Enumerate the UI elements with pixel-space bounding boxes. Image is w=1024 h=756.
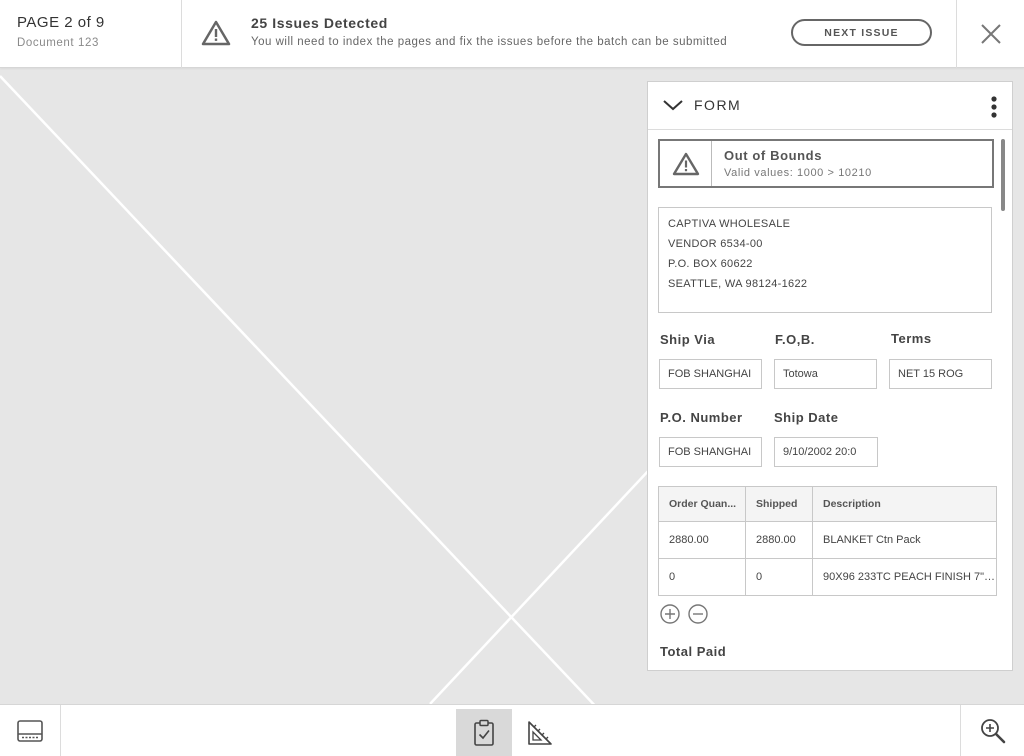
- bottom-toolbar: [0, 704, 1024, 756]
- close-icon: [980, 24, 1001, 44]
- error-description: Valid values: 1000 > 10210: [724, 167, 872, 179]
- table-header-row: Order Quan... Shipped Description: [658, 486, 997, 522]
- zoom-in-icon: [980, 719, 1005, 744]
- page-info: PAGE 2 of 9 Document 123: [0, 0, 182, 68]
- address-line: P.O. BOX 60622: [668, 258, 753, 270]
- ship-date-input[interactable]: 9/10/2002 20:0: [774, 437, 878, 467]
- table-cell[interactable]: 0: [745, 558, 813, 596]
- chevron-down-icon[interactable]: [662, 97, 684, 113]
- column-header-order-quantity[interactable]: Order Quan...: [658, 486, 746, 522]
- ship-via-input[interactable]: FOB SHANGHAI: [659, 359, 762, 389]
- issues-description: You will need to index the pages and fix…: [251, 36, 728, 48]
- error-icon-cell: [660, 141, 712, 186]
- total-paid-label: Total Paid: [660, 644, 727, 659]
- tab-form-fields[interactable]: [456, 709, 512, 756]
- form-scrollbar[interactable]: [1001, 139, 1005, 211]
- table-cell[interactable]: 2880.00: [745, 521, 813, 559]
- ship-via-label: Ship Via: [660, 332, 716, 347]
- address-line: CAPTIVA WHOLESALE: [668, 218, 791, 230]
- po-number-label: P.O. Number: [660, 410, 743, 425]
- thumbnails-button[interactable]: [0, 705, 61, 756]
- error-title: Out of Bounds: [724, 148, 823, 163]
- page-indicator: PAGE 2 of 9: [17, 14, 105, 31]
- zoom-button[interactable]: [960, 705, 1024, 756]
- terms-input[interactable]: NET 15 ROG: [889, 359, 992, 389]
- column-header-description[interactable]: Description: [812, 486, 997, 522]
- kebab-menu-icon[interactable]: [986, 95, 1002, 119]
- table-row[interactable]: 0 0 90X96 233TC PEACH FINISH 7" ...: [658, 558, 997, 596]
- address-line: SEATTLE, WA 98124-1622: [668, 278, 808, 290]
- tab-measure[interactable]: [512, 709, 568, 756]
- table-cell[interactable]: BLANKET Ctn Pack: [812, 521, 997, 559]
- terms-label: Terms: [891, 331, 932, 346]
- close-button[interactable]: [956, 0, 1024, 68]
- ruler-triangle-icon: [528, 721, 552, 745]
- fob-label: F.O,B.: [775, 332, 815, 347]
- table-cell[interactable]: 90X96 233TC PEACH FINISH 7" ...: [812, 558, 997, 596]
- form-header[interactable]: FORM: [648, 82, 1012, 130]
- thumbnail-strip-icon: [17, 720, 43, 742]
- document-name: Document 123: [17, 37, 99, 49]
- table-cell[interactable]: 0: [658, 558, 746, 596]
- issues-summary: 25 Issues Detected You will need to inde…: [251, 15, 727, 48]
- form-panel: FORM Out of Bounds Valid values: 1000 > …: [647, 81, 1013, 671]
- top-bar: PAGE 2 of 9 Document 123 25 Issues Detec…: [0, 0, 1024, 68]
- table-row[interactable]: 2880.00 2880.00 BLANKET Ctn Pack: [658, 521, 997, 559]
- address-field[interactable]: CAPTIVA WHOLESALE VENDOR 6534-00 P.O. BO…: [658, 207, 992, 313]
- minus-circle-icon[interactable]: [688, 604, 708, 624]
- validation-error-box: Out of Bounds Valid values: 1000 > 10210: [658, 139, 994, 188]
- warning-icon: [200, 19, 232, 47]
- address-line: VENDOR 6534-00: [668, 238, 763, 250]
- issues-title: 25 Issues Detected: [251, 15, 388, 31]
- ship-date-label: Ship Date: [774, 410, 839, 425]
- form-title: FORM: [694, 97, 742, 113]
- table-cell[interactable]: 2880.00: [658, 521, 746, 559]
- clipboard-check-icon: [474, 719, 494, 746]
- line-items-table: Order Quan... Shipped Description 2880.0…: [658, 486, 997, 596]
- fob-input[interactable]: Totowa: [774, 359, 877, 389]
- plus-circle-icon[interactable]: [660, 604, 680, 624]
- po-number-input[interactable]: FOB SHANGHAI: [659, 437, 762, 467]
- warning-icon: [672, 152, 699, 175]
- column-header-shipped[interactable]: Shipped: [745, 486, 813, 522]
- next-issue-button[interactable]: NEXT ISSUE: [791, 19, 932, 46]
